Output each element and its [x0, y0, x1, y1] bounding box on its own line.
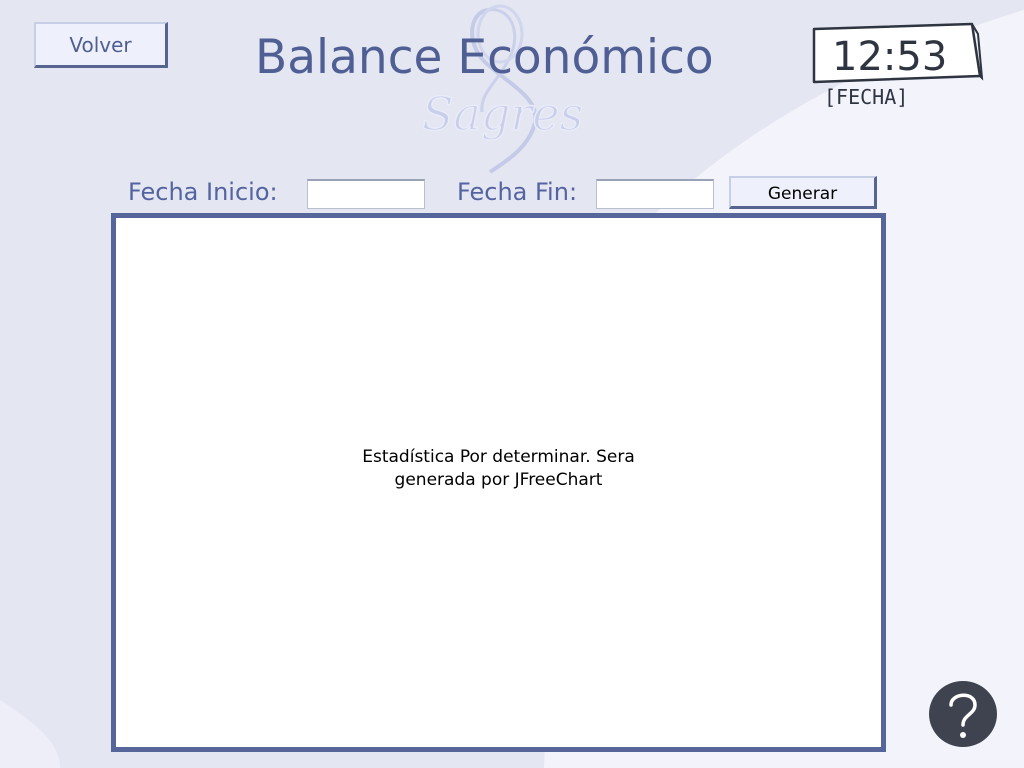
- end-date-label: Fecha Fin:: [457, 178, 578, 206]
- back-button[interactable]: Volver: [34, 22, 168, 68]
- end-date-input[interactable]: [596, 179, 714, 209]
- clock-date: [FECHA]: [824, 85, 908, 109]
- sagres-logo-text: Sagres: [422, 87, 583, 141]
- start-date-input[interactable]: [307, 179, 425, 209]
- clock-widget: 12:53 [FECHA]: [812, 22, 984, 109]
- chart-placeholder-text: Estadística Por determinar. Sera generad…: [116, 446, 881, 492]
- page-title: Balance Económico: [255, 30, 714, 85]
- help-button[interactable]: [929, 681, 997, 747]
- chart-placeholder-line-2: generada por JFreeChart: [394, 470, 603, 490]
- start-date-label: Fecha Inicio:: [128, 178, 278, 206]
- question-mark-icon: [949, 693, 977, 738]
- chart-panel: Estadística Por determinar. Sera generad…: [111, 213, 886, 752]
- clock-time: 12:53: [832, 34, 947, 80]
- generate-button[interactable]: Generar: [729, 176, 877, 209]
- sagres-logo-watermark: Sagres: [421, 4, 584, 174]
- chart-placeholder-line-1: Estadística Por determinar. Sera: [362, 447, 635, 467]
- date-range-form: Fecha Inicio: Fecha Fin: Generar: [128, 176, 888, 212]
